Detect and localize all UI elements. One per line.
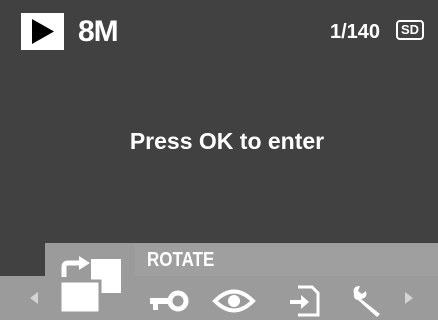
camera-screen: 8M 1/140 SD Press OK to enter ROTATE [0, 0, 438, 320]
rotate-icon [58, 256, 121, 315]
copy-to-card-icon[interactable] [288, 284, 320, 318]
chevron-left-icon[interactable] [28, 290, 40, 306]
menu-item-rotate[interactable] [45, 243, 135, 320]
status-bar: 8M 1/140 SD [0, 0, 438, 70]
key-icon[interactable] [148, 287, 190, 315]
image-counter: 1/140 [330, 21, 381, 43]
play-icon [21, 13, 64, 50]
instruction-message: Press OK to enter [129, 128, 325, 154]
resolution-label: 8M [78, 15, 119, 48]
selected-menu-label: ROTATE [147, 249, 215, 271]
wrench-icon[interactable] [350, 284, 386, 318]
eye-icon[interactable] [212, 288, 256, 314]
chevron-right-icon[interactable] [403, 290, 415, 306]
sd-card-badge: SD [396, 20, 424, 40]
